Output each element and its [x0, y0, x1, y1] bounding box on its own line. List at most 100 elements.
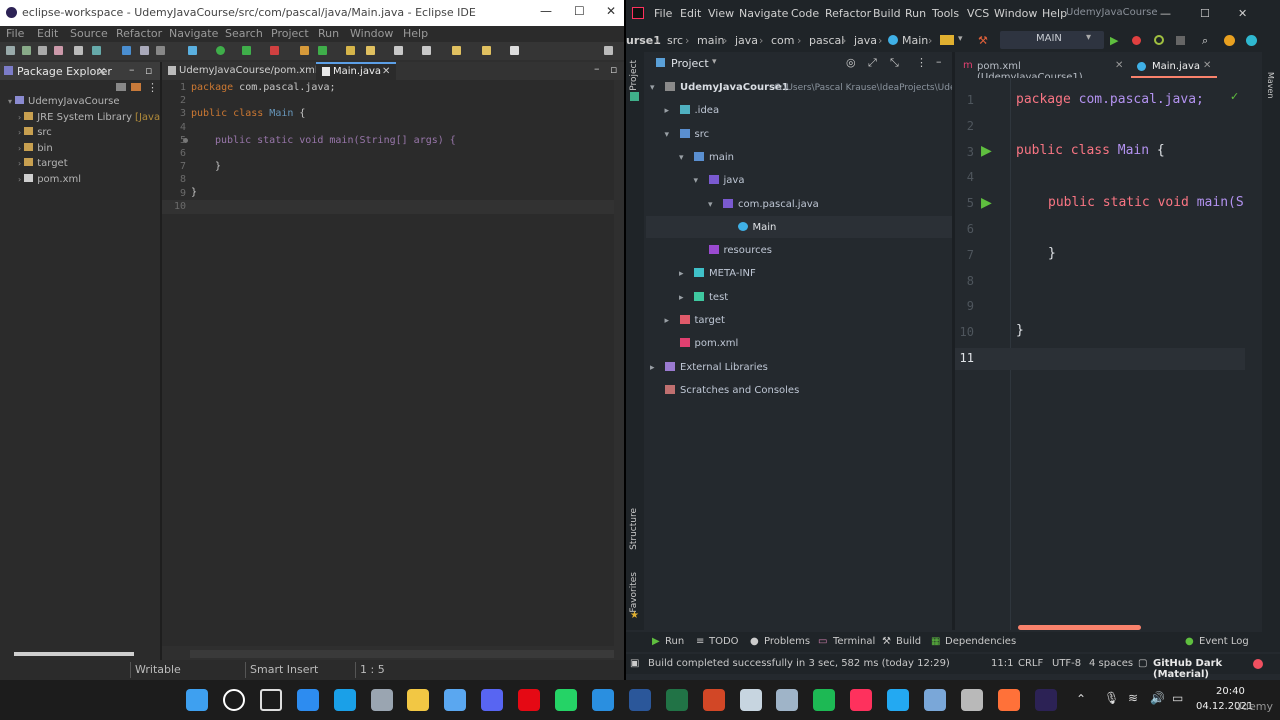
- chevron-right-icon[interactable]: ▸: [650, 363, 662, 373]
- tree-item[interactable]: Main: [723, 221, 776, 240]
- save-icon[interactable]: [22, 46, 31, 55]
- maximize-view-icon[interactable]: ▫: [145, 64, 152, 77]
- netflix-icon[interactable]: [518, 689, 541, 711]
- problems-icon[interactable]: ●: [750, 636, 759, 647]
- menu-navigate[interactable]: Navigate: [739, 7, 788, 20]
- maximize-icon[interactable]: ☐: [1200, 7, 1210, 20]
- menu-navigate[interactable]: Navigate: [169, 27, 218, 40]
- minimize-editor-icon[interactable]: –: [594, 62, 600, 75]
- tree-item[interactable]: › pom.xml: [18, 173, 81, 189]
- tree-item[interactable]: › JRE System Library [JavaSE: [18, 111, 173, 127]
- chevron-right-icon[interactable]: ▸: [665, 316, 677, 326]
- battery-icon[interactable]: ▭: [1172, 691, 1183, 705]
- close-tab-icon[interactable]: ✕: [382, 66, 390, 77]
- status-message-icon[interactable]: ▣: [630, 658, 639, 669]
- breadcrumb-java[interactable]: java: [735, 34, 758, 47]
- tree-item[interactable]: › src: [18, 127, 52, 142]
- tree-item[interactable]: resources: [694, 245, 772, 263]
- chevron-right-icon[interactable]: ›: [18, 159, 21, 168]
- menu-edit[interactable]: Edit: [37, 27, 58, 40]
- spotify-icon[interactable]: [813, 689, 836, 711]
- status-indent[interactable]: 4 spaces: [1089, 658, 1133, 669]
- maximize-icon[interactable]: ☐: [574, 4, 585, 18]
- windows-start-icon[interactable]: [186, 689, 208, 711]
- menu-help[interactable]: Help: [403, 27, 428, 40]
- build-hammer-icon[interactable]: ⚒: [978, 34, 988, 47]
- microphone-icon[interactable]: 🎙: [1104, 691, 1119, 705]
- coverage-icon[interactable]: [92, 46, 101, 55]
- breadcrumb-pascal[interactable]: pascal: [809, 34, 844, 47]
- tree-item[interactable]: ▸ test: [679, 291, 728, 310]
- wifi-icon[interactable]: ≋: [1128, 691, 1138, 705]
- menu-refactor[interactable]: Refactor: [825, 7, 871, 20]
- tree-item[interactable]: ▾ UdemyJavaCourse: [8, 96, 120, 111]
- run-icon[interactable]: ▶: [652, 636, 660, 647]
- excel-icon[interactable]: [665, 689, 688, 711]
- run-last-icon[interactable]: [242, 46, 251, 55]
- run-icon[interactable]: [216, 46, 225, 55]
- chevron-right-icon[interactable]: ›: [18, 128, 21, 137]
- locate-icon[interactable]: ◎: [846, 56, 856, 69]
- task-view-icon[interactable]: [259, 689, 282, 711]
- toggle-mark-icon[interactable]: [122, 46, 131, 55]
- coverage-icon[interactable]: [1154, 35, 1164, 45]
- chevron-right-icon[interactable]: ›: [18, 113, 21, 122]
- menu-tools[interactable]: Tools: [932, 7, 959, 20]
- chevron-down-icon[interactable]: ▾: [708, 200, 720, 210]
- breadcrumb-com[interactable]: com: [771, 34, 795, 47]
- volume-icon[interactable]: 🔊: [1150, 691, 1165, 705]
- menu-project[interactable]: Project: [271, 27, 309, 40]
- menu-file[interactable]: File: [654, 7, 672, 20]
- build-icon[interactable]: ⚒: [882, 636, 891, 647]
- tree-item[interactable]: ▸ target: [665, 315, 725, 333]
- user-group-icon[interactable]: [940, 35, 954, 45]
- tool-terminal[interactable]: Terminal: [833, 636, 875, 647]
- intellij-icon[interactable]: [850, 689, 873, 711]
- tree-item[interactable]: › bin: [18, 142, 53, 158]
- expand-icon[interactable]: ⤢: [868, 56, 877, 70]
- tool-build[interactable]: Build: [896, 636, 921, 647]
- menu-build[interactable]: Build: [873, 7, 901, 20]
- file-explorer-icon[interactable]: [407, 689, 430, 711]
- collapse-all-icon[interactable]: [116, 83, 126, 91]
- eclipse-title-bar[interactable]: eclipse-workspace - UdemyJavaCourse/src/…: [0, 0, 624, 26]
- new-icon[interactable]: [6, 46, 15, 55]
- dependencies-icon[interactable]: ▦: [931, 636, 940, 647]
- link-editor-icon[interactable]: [131, 83, 141, 91]
- tree-item[interactable]: ▸ META-INF: [679, 268, 756, 286]
- eclipse-icon[interactable]: [1034, 689, 1057, 711]
- chevron-right-icon[interactable]: ▸: [665, 106, 677, 116]
- tool-run[interactable]: Run: [665, 636, 684, 647]
- new-java-project-icon[interactable]: [300, 46, 309, 55]
- minimize-icon[interactable]: —: [540, 4, 552, 18]
- close-tab-icon[interactable]: ✕: [1115, 60, 1123, 71]
- vscode-icon[interactable]: [887, 689, 910, 711]
- chevron-right-icon[interactable]: ▸: [679, 269, 691, 279]
- editor-horizontal-scrollbar[interactable]: [190, 650, 614, 658]
- tree-item[interactable]: ▸ External Libraries: [650, 361, 768, 380]
- chevron-down-icon[interactable]: ▾: [958, 34, 963, 44]
- tool-problems[interactable]: Problems: [764, 636, 810, 647]
- chevron-down-icon[interactable]: ▾: [665, 130, 677, 140]
- options-icon[interactable]: ⋮: [916, 56, 927, 69]
- run-gutter-icon[interactable]: ▶: [981, 195, 992, 211]
- menu-refactor[interactable]: Refactor: [116, 27, 162, 40]
- next-annotation-icon[interactable]: [422, 46, 431, 55]
- new-package-icon[interactable]: [318, 46, 327, 55]
- mail-icon[interactable]: [591, 689, 614, 711]
- terminal-icon[interactable]: ▭: [818, 636, 827, 647]
- menu-run[interactable]: Run: [905, 7, 926, 20]
- word-icon[interactable]: [628, 689, 651, 711]
- tool-dependencies[interactable]: Dependencies: [945, 636, 1016, 647]
- view-menu-icon[interactable]: ⋮: [147, 81, 158, 94]
- open-type-icon[interactable]: [346, 46, 355, 55]
- editor-vertical-scrollbar[interactable]: [614, 80, 624, 646]
- chrome-like-icon[interactable]: [776, 689, 799, 711]
- project-tool-icon[interactable]: [630, 92, 639, 101]
- tool-maven[interactable]: Maven: [1266, 72, 1275, 99]
- eclipse-code-editor[interactable]: [162, 80, 614, 646]
- collapse-icon[interactable]: ⤡: [890, 56, 899, 70]
- menu-code[interactable]: Code: [791, 7, 819, 20]
- close-icon[interactable]: ✕: [606, 4, 616, 18]
- project-panel-title[interactable]: Project: [671, 57, 709, 70]
